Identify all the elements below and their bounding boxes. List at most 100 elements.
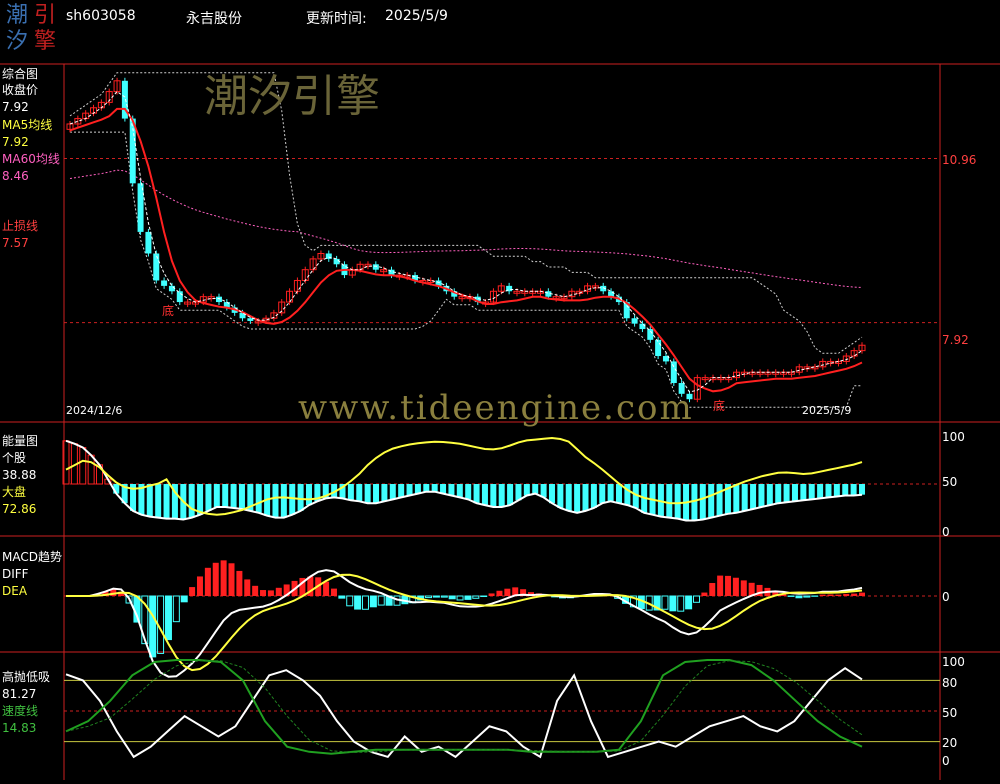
macd-bar-up <box>221 560 227 596</box>
hilo-tick-80: 80 <box>942 676 957 690</box>
macd-bar-up <box>213 563 219 596</box>
energy-bar-down <box>557 484 563 508</box>
macd-bar-down <box>670 596 676 611</box>
candle-body-down <box>671 361 677 383</box>
macd-bar-up <box>244 579 250 596</box>
macd-bar-down <box>173 596 179 622</box>
candle-body-down <box>679 383 685 394</box>
energy-bar-down <box>365 484 371 503</box>
chart-stage <box>0 0 1000 780</box>
energy-bar-down <box>582 484 588 511</box>
candle-body-down <box>334 259 340 264</box>
energy-bar-down <box>381 484 387 501</box>
energy-bar-down <box>758 484 764 507</box>
energy-bar-down <box>591 484 597 508</box>
energy-bar-down <box>817 484 823 498</box>
energy-bar-down <box>306 484 312 505</box>
macd-bar-up <box>189 587 195 596</box>
macd-bar-down <box>693 596 699 602</box>
macd-bar-up <box>827 594 833 596</box>
hilo-tick-20: 20 <box>942 736 957 750</box>
macd-bar-up <box>701 593 707 596</box>
hilo-tick-50: 50 <box>942 706 957 720</box>
candle-body-down <box>373 264 379 269</box>
macd-bar-down <box>347 596 353 606</box>
macd-bar-down <box>339 596 345 598</box>
energy-bar-down <box>842 484 848 496</box>
bottom-mark-2: 底 <box>713 397 725 414</box>
energy-bar-up <box>80 448 86 484</box>
energy-bar-down <box>599 484 605 503</box>
energy-bar-up <box>88 455 94 484</box>
energy-bar-down <box>616 484 622 503</box>
energy-market-label: 大盘 <box>2 485 26 500</box>
energy-bar-down <box>189 484 195 518</box>
upper-channel-line <box>70 73 862 354</box>
energy-bar-down <box>164 484 170 519</box>
candle-body-down <box>169 286 175 291</box>
macd-bar-up <box>331 589 337 596</box>
candle-body-down <box>655 340 661 356</box>
lower-channel-line <box>70 132 862 407</box>
macd-bar-down <box>362 596 368 609</box>
app-logo: 潮 引 汐 擎 <box>4 2 60 58</box>
macd-bar-down <box>150 596 156 657</box>
energy-bar-down <box>750 484 756 509</box>
macd-bar-down <box>473 596 479 598</box>
macd-bar-down <box>678 596 684 611</box>
energy-bar-down <box>147 484 153 517</box>
hilo-value: 81.27 <box>2 687 36 702</box>
date-end: 2025/5/9 <box>802 404 851 417</box>
ma60-line <box>70 170 862 287</box>
macd-dea-label: DEA <box>2 584 27 599</box>
logo-char-2: 引 <box>34 4 56 28</box>
candle-body-down <box>647 329 653 340</box>
macd-bar-down <box>355 596 361 609</box>
price-tick-high: 10.96 <box>942 153 976 167</box>
candle-body-down <box>639 324 645 329</box>
macd-bar-down <box>449 596 455 599</box>
macd-bar-up <box>717 576 723 596</box>
macd-bar-up <box>260 590 266 596</box>
candle-body-down <box>153 253 159 280</box>
macd-bar-up <box>741 580 747 596</box>
stop-label: 止损线 <box>2 219 38 234</box>
hilo-speed-label: 速度线 <box>2 704 38 719</box>
energy-title: 能量图 <box>2 434 38 449</box>
energy-bar-down <box>675 484 681 519</box>
main-title: 综合图 <box>2 67 38 82</box>
logo-char-4: 擎 <box>34 30 56 54</box>
macd-bar-down <box>662 596 668 609</box>
energy-bar-down <box>515 484 521 500</box>
energy-bar-down <box>281 484 287 518</box>
ma5-value: 7.92 <box>2 135 29 150</box>
hilo-speed-dash-line <box>66 661 862 753</box>
energy-bar-down <box>524 484 530 496</box>
ma5-label: MA5均线 <box>2 118 52 133</box>
macd-bar-down <box>378 596 384 605</box>
energy-bar-down <box>859 484 865 495</box>
update-label: 更新时间: <box>306 8 367 28</box>
macd-bar-up <box>733 578 739 596</box>
energy-tick-100: 100 <box>942 430 965 444</box>
energy-bar-down <box>356 484 362 501</box>
macd-bar-up <box>197 576 203 596</box>
energy-bar-down <box>222 484 228 507</box>
energy-bar-down <box>205 484 211 511</box>
energy-bar-down <box>574 484 580 513</box>
energy-bar-down <box>348 484 354 500</box>
candle-body-down <box>247 318 253 321</box>
energy-stock-value: 38.88 <box>2 468 36 483</box>
macd-bar-down <box>481 596 487 597</box>
price-tick-low: 7.92 <box>942 333 969 347</box>
energy-bar-down <box>432 484 438 492</box>
energy-bar-down <box>809 484 815 499</box>
candle-body-down <box>138 183 144 232</box>
energy-bar-down <box>608 484 614 501</box>
macd-bar-up <box>205 568 211 596</box>
macd-bar-down <box>426 596 432 598</box>
macd-bar-up <box>859 593 865 596</box>
macd-bar-up <box>843 594 849 596</box>
energy-bar-down <box>834 484 840 496</box>
logo-char-3: 汐 <box>6 30 28 54</box>
